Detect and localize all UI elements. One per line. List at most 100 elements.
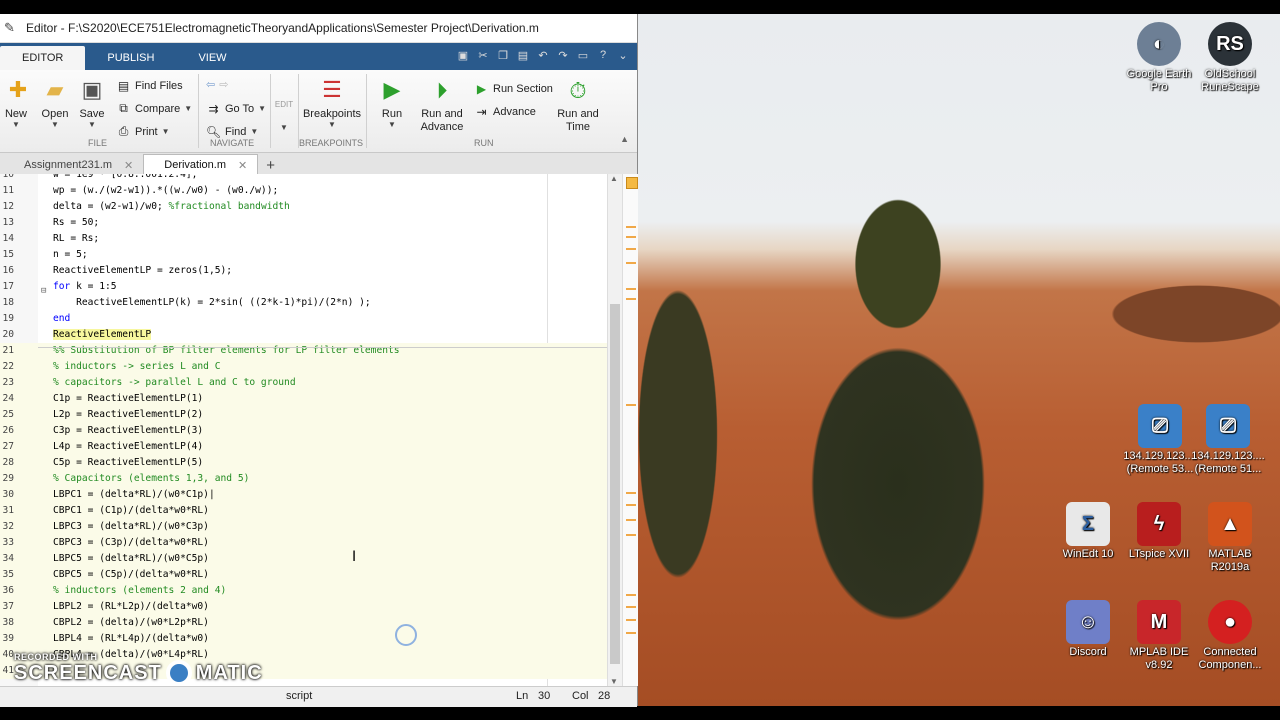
run-button[interactable]: ▶ Run ▼	[378, 76, 406, 129]
tab-editor[interactable]: EDITOR	[0, 46, 86, 70]
warning-marker[interactable]	[626, 298, 636, 300]
code-line[interactable]: 23 % capacitors -> parallel L and C to gr…	[0, 375, 607, 391]
code-line[interactable]: 25 L2p = ReactiveElementLP(2)	[0, 407, 607, 423]
desktop-icon-mplab[interactable]: M MPLAB IDE v8.92	[1119, 600, 1199, 672]
run-section-button[interactable]: ▶ Run Section	[474, 81, 553, 96]
warning-marker[interactable]	[626, 594, 636, 596]
undo-icon[interactable]: ↶	[535, 47, 551, 63]
file-tab-assignment[interactable]: Assignment231.m ✕	[4, 155, 143, 175]
code-line[interactable]: 10 w = 1e9 * [0.8:.001:2.4];	[0, 174, 607, 183]
desktop-icon-discord[interactable]: ☺ Discord	[1048, 600, 1128, 659]
tab-publish[interactable]: PUBLISH	[85, 46, 176, 70]
code-line[interactable]: 17 for k = 1:5	[0, 279, 607, 295]
warning-marker[interactable]	[626, 534, 636, 536]
code-line[interactable]: 12 delta = (w2-w1)/w0; %fractional bandwi…	[0, 199, 607, 215]
code-line[interactable]: 26 C3p = ReactiveElementLP(3)	[0, 423, 607, 439]
code-line[interactable]: 24 C1p = ReactiveElementLP(1)	[0, 391, 607, 407]
close-icon[interactable]: ✕	[238, 159, 247, 172]
code-line[interactable]: 18 ReactiveElementLP(k) = 2*sin( ((2*k-1…	[0, 295, 607, 311]
code-analyzer-bar[interactable]	[622, 174, 638, 686]
edit-button[interactable]: EDIT ▼	[273, 100, 295, 132]
vertical-scrollbar[interactable]: ▲ ▼	[607, 174, 623, 686]
desktop-icon-connected-components[interactable]: ● Connected Componen...	[1190, 600, 1270, 672]
find-files-button[interactable]: ▤ Find Files	[116, 78, 183, 93]
tab-view[interactable]: VIEW	[176, 46, 248, 70]
code-line[interactable]: 13 Rs = 50;	[0, 215, 607, 231]
warning-marker[interactable]	[626, 492, 636, 494]
redo-icon[interactable]: ↷	[555, 47, 571, 63]
advance-button[interactable]: ⇥ Advance	[474, 104, 535, 119]
new-tab-button[interactable]: +	[258, 155, 283, 175]
code-line[interactable]: 29 % Capacitors (elements 1,3, and 5)	[0, 471, 607, 487]
desktop-icon-winedt[interactable]: Σ WinEdt 10	[1048, 502, 1128, 561]
window-layout-icon[interactable]: ▭	[575, 47, 591, 63]
warning-indicator[interactable]	[626, 177, 638, 189]
run-and-time-button[interactable]: ⏱ Run and Time	[556, 76, 600, 134]
statement: LBPC1 = (delta*RL)/(w0*C1p)|	[53, 489, 215, 500]
cut-icon[interactable]: ✂	[475, 47, 491, 63]
new-button[interactable]: ✚ New ▼	[4, 76, 28, 129]
warning-marker[interactable]	[626, 226, 636, 228]
code-line[interactable]: 20 ReactiveElementLP	[0, 327, 607, 343]
statement: C3p = ReactiveElementLP(3)	[53, 425, 204, 436]
run-and-advance-button[interactable]: ⏵ Run and Advance	[416, 76, 468, 134]
runescape-icon: RS	[1208, 22, 1252, 66]
warning-marker[interactable]	[626, 288, 636, 290]
find-button[interactable]: 🔍︎ Find ▼	[206, 124, 258, 139]
code-line[interactable]: 36 % inductors (elements 2 and 4)	[0, 583, 607, 599]
warning-marker[interactable]	[626, 606, 636, 608]
quick-save-icon[interactable]: ▣	[455, 47, 471, 63]
warning-marker[interactable]	[626, 248, 636, 250]
desktop-icon-ltspice[interactable]: ϟ LTspice XVII	[1119, 502, 1199, 561]
code-line[interactable]: 16 ReactiveElementLP = zeros(1,5);	[0, 263, 607, 279]
open-button[interactable]: ▰ Open ▼	[40, 76, 70, 129]
code-line[interactable]: 31 CBPC1 = (C1p)/(delta*w0*RL)	[0, 503, 607, 519]
code-editor[interactable]: 10 w = 1e9 * [0.8:.001:2.4]; 11 wp = (w./(w…	[0, 174, 622, 686]
warning-marker[interactable]	[626, 504, 636, 506]
desktop-icon-google-earth[interactable]: ◐ Google Earth Pro	[1119, 22, 1199, 94]
warning-marker[interactable]	[626, 519, 636, 521]
scroll-up-icon[interactable]: ▲	[610, 174, 618, 183]
desktop-icon-remote-51[interactable]: ⎚ 134.129.123.... (Remote 51...	[1188, 404, 1268, 476]
code-line[interactable]: 32 LBPC3 = (delta*RL)/(w0*C3p)	[0, 519, 607, 535]
code-line[interactable]: 15 n = 5;	[0, 247, 607, 263]
back-icon[interactable]: ⇦ ⇨	[206, 78, 228, 91]
warning-marker[interactable]	[626, 262, 636, 264]
code-line[interactable]: 21 %% Substitution of BP filter elements …	[0, 343, 607, 359]
paste-icon[interactable]: ▤	[515, 47, 531, 63]
code-line[interactable]: 30 LBPC1 = (delta*RL)/(w0*C1p)|	[0, 487, 607, 503]
desktop-icon-matlab[interactable]: ▲ MATLAB R2019a	[1190, 502, 1270, 574]
desktop-icon-runescape[interactable]: RS OldSchool RuneScape	[1190, 22, 1270, 94]
copy-icon[interactable]: ❐	[495, 47, 511, 63]
warning-marker[interactable]	[626, 619, 636, 621]
print-button[interactable]: ⎙ Print ▼	[116, 124, 170, 139]
code-line[interactable]: 22 % inductors -> series L and C	[0, 359, 607, 375]
fold-toggle-icon[interactable]: ⊟	[41, 286, 46, 296]
code-line[interactable]: 28 C5p = ReactiveElementLP(5)	[0, 455, 607, 471]
warning-marker[interactable]	[626, 632, 636, 634]
code-line[interactable]: 33 CBPC3 = (C3p)/(delta*w0*RL)	[0, 535, 607, 551]
line-number: 10	[2, 174, 14, 180]
code-line[interactable]: 19 end	[0, 311, 607, 327]
save-button[interactable]: ▣ Save ▼	[78, 76, 106, 129]
help-icon[interactable]: ?	[595, 47, 611, 63]
code-line[interactable]: 38 CBPL2 = (delta)/(w0*L2p*RL)	[0, 615, 607, 631]
goto-button[interactable]: ⇉ Go To ▼	[206, 101, 266, 116]
code-line[interactable]: 14 RL = Rs;	[0, 231, 607, 247]
warning-marker[interactable]	[626, 236, 636, 238]
collapse-ribbon-icon[interactable]: ▲	[620, 134, 629, 144]
warning-marker[interactable]	[626, 404, 636, 406]
code-line[interactable]: 35 CBPC5 = (C5p)/(delta*w0*RL)	[0, 567, 607, 583]
scrollbar-thumb[interactable]	[610, 304, 620, 664]
breakpoints-button[interactable]: ☰ Breakpoints ▼	[302, 76, 362, 129]
code-line[interactable]: 39 LBPL4 = (RL*L4p)/(delta*w0)	[0, 631, 607, 647]
code-line[interactable]: 27 L4p = ReactiveElementLP(4)	[0, 439, 607, 455]
compare-button[interactable]: ⧉ Compare ▼	[116, 101, 192, 116]
scroll-down-icon[interactable]: ▼	[610, 677, 618, 686]
code-line[interactable]: 11 wp = (w./(w2-w1)).*((w./w0) - (w0./w))…	[0, 183, 607, 199]
file-tab-derivation[interactable]: Derivation.m ✕	[143, 154, 259, 175]
code-line[interactable]: 34 LBPC5 = (delta*RL)/(w0*C5p)	[0, 551, 607, 567]
menu-icon[interactable]: ⌄	[615, 47, 631, 63]
code-line[interactable]: 37 LBPL2 = (RL*L2p)/(delta*w0)	[0, 599, 607, 615]
close-icon[interactable]: ✕	[124, 159, 133, 172]
